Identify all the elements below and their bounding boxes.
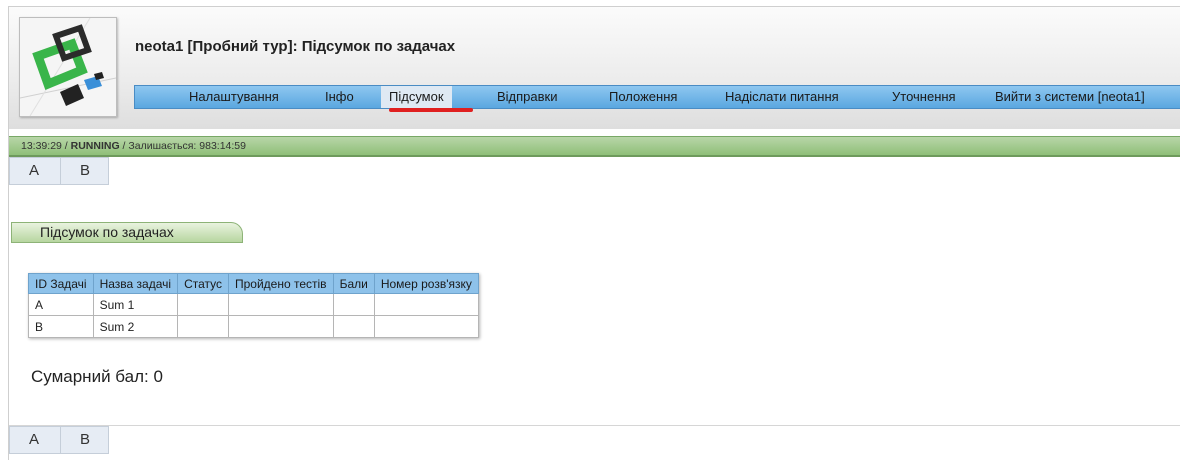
- page-title: neota1 [Пробний тур]: Підсумок по задача…: [135, 38, 456, 55]
- table-header-row: ID Задачі Назва задачі Статус Пройдено т…: [28, 273, 479, 294]
- cell-name: Sum 2: [92, 315, 179, 338]
- active-menu-underline: [389, 108, 473, 112]
- column-header-score: Бали: [332, 273, 375, 294]
- table-row: B Sum 2: [28, 315, 479, 338]
- cell-id: B: [28, 315, 94, 338]
- total-score-value: 0: [153, 367, 163, 386]
- cell-id: A: [28, 293, 94, 316]
- total-score: Сумарний бал: 0: [31, 367, 163, 387]
- cell-status: [177, 293, 229, 316]
- cell-score: [332, 315, 375, 338]
- logo: [19, 17, 117, 117]
- summary-table: ID Задачі Назва задачі Статус Пройдено т…: [28, 273, 479, 338]
- page-frame: neota1 [Пробний тур]: Підсумок по задача…: [8, 6, 1180, 460]
- menu-item-standings[interactable]: Положення: [609, 86, 677, 108]
- menu-item-submissions[interactable]: Відправки: [497, 86, 558, 108]
- total-score-label: Сумарний бал:: [31, 367, 149, 386]
- menu-item-settings[interactable]: Налаштування: [189, 86, 279, 108]
- cell-status: [177, 315, 229, 338]
- status-bar: 13:39:29 / RUNNING / Залишається: 983:14…: [9, 136, 1180, 157]
- header: neota1 [Пробний тур]: Підсумок по задача…: [9, 7, 1180, 129]
- status-remaining-value: 983:14:59: [199, 140, 246, 152]
- cell-tests-passed: [228, 293, 334, 316]
- column-header-name: Назва задачі: [92, 273, 179, 294]
- menu-item-ask-question[interactable]: Надіслати питання: [725, 86, 839, 108]
- menu-item-summary[interactable]: Підсумок: [381, 86, 452, 108]
- main-menu: Налаштування Інфо Підсумок Відправки Пол…: [134, 85, 1180, 109]
- status-text: 13:39:29 / RUNNING / Залишається: 983:14…: [21, 140, 246, 152]
- cell-score: [332, 293, 375, 316]
- cell-name: Sum 1: [92, 293, 179, 316]
- tab-problem-b[interactable]: B: [60, 427, 109, 453]
- divider: [9, 425, 1180, 426]
- status-time: 13:39:29: [21, 140, 62, 152]
- logo-graphic: [19, 17, 117, 117]
- problem-tabs-bottom: A B: [9, 426, 109, 454]
- tab-problem-a[interactable]: A: [10, 427, 58, 453]
- status-remaining-label: Залишається:: [128, 140, 197, 152]
- menu-item-logout[interactable]: Вийти з системи [neota1]: [995, 86, 1145, 108]
- table-row: A Sum 1: [28, 293, 479, 316]
- cell-tests-passed: [228, 315, 334, 338]
- cell-submission-number: [373, 315, 479, 338]
- column-header-id: ID Задачі: [28, 273, 94, 294]
- menu-item-info[interactable]: Інфо: [325, 86, 354, 108]
- column-header-tests-passed: Пройдено тестів: [228, 273, 334, 294]
- cell-submission-number: [373, 293, 479, 316]
- status-state: RUNNING: [70, 140, 120, 152]
- tab-problem-b[interactable]: B: [60, 158, 109, 184]
- tab-problem-a[interactable]: A: [10, 158, 58, 184]
- column-header-submission-number: Номер розв'язку: [373, 273, 479, 294]
- problem-tabs-top: A B: [9, 157, 109, 185]
- summary-section-title: Підсумок по задачах: [11, 222, 243, 243]
- column-header-status: Статус: [177, 273, 229, 294]
- menu-item-clarifications[interactable]: Уточнення: [892, 86, 956, 108]
